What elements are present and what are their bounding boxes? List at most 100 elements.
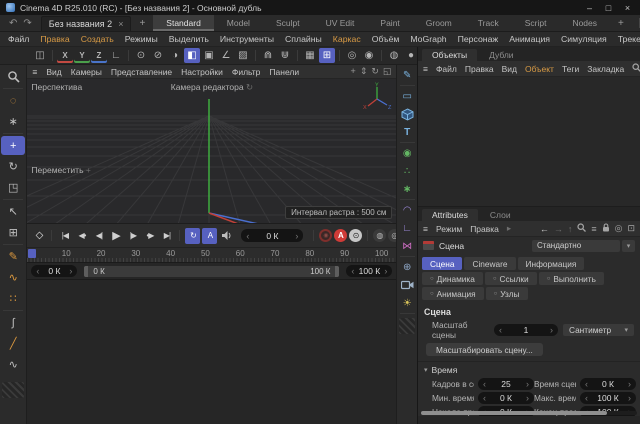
om-menu-bookmark[interactable]: Закладка xyxy=(587,64,624,74)
next-frame-icon[interactable]: |▶ xyxy=(125,228,140,244)
render-settings-icon[interactable]: ◉ xyxy=(361,48,377,63)
spline-smooth-icon[interactable]: ∷ xyxy=(1,289,25,308)
camera-label[interactable]: Камера редактора ↻ xyxy=(27,82,396,93)
make-editable-icon[interactable]: ◫ xyxy=(32,48,48,63)
layout-tab-script[interactable]: Script xyxy=(512,15,560,31)
menu-select[interactable]: Выделить xyxy=(169,34,209,44)
preset-dropdown-arrow-icon[interactable]: ▾ xyxy=(622,239,635,252)
viewport-menu-cameras[interactable]: Камеры xyxy=(71,67,102,77)
undo-icon[interactable]: ↶ xyxy=(9,18,17,29)
range-end-spinner[interactable]: ‹ 100 К › xyxy=(346,265,393,277)
min-time-spinner[interactable]: ‹ 0 К › xyxy=(478,392,534,404)
lock-y-icon[interactable]: Y xyxy=(74,48,90,63)
lock-x-icon[interactable]: X xyxy=(57,48,73,63)
frame-decrement-arrow[interactable]: ‹ xyxy=(246,231,249,241)
edges-mode-icon[interactable]: ⊘ xyxy=(150,48,166,63)
menu-simulate[interactable]: Симуляция xyxy=(561,34,607,44)
om-menu-file[interactable]: Файл xyxy=(436,64,457,74)
attr-menu-edit[interactable]: Правка xyxy=(470,224,499,234)
move-tool-icon[interactable]: + xyxy=(1,136,26,155)
attr-tab-cineware[interactable]: Cineware xyxy=(464,257,516,270)
snap-icon[interactable]: ⋒ xyxy=(260,48,276,63)
viewport-menu-panel[interactable]: Панели xyxy=(269,67,299,77)
decrement-arrow[interactable]: ‹ xyxy=(499,325,502,335)
scale-tool-icon[interactable]: ◳ xyxy=(1,178,25,197)
loop-mode-icon[interactable]: ↻ xyxy=(185,227,201,244)
om-menu-object[interactable]: Объект xyxy=(525,64,554,74)
time-section-header[interactable]: ▾ Время xyxy=(418,361,640,377)
increment-arrow[interactable]: › xyxy=(550,325,553,335)
camera-cycle-icon[interactable]: ↻ xyxy=(246,82,253,92)
goto-end-icon[interactable]: ▶| xyxy=(159,228,174,244)
key-options-icon[interactable]: ◍ xyxy=(373,229,387,242)
menu-tools[interactable]: Инструменты xyxy=(220,34,274,44)
menu-modes[interactable]: Режимы xyxy=(125,34,158,44)
object-tree[interactable] xyxy=(418,77,640,207)
om-search-icon[interactable] xyxy=(632,63,640,74)
spline-pen-object-icon[interactable]: ✎ xyxy=(399,67,416,83)
pan-view-icon[interactable]: + xyxy=(351,66,356,77)
material-slot-icon[interactable] xyxy=(399,318,416,334)
attr-tab-scene[interactable]: Сцена xyxy=(422,257,463,270)
axis-mode-icon[interactable]: ∠ xyxy=(218,48,234,63)
attr-tab-info[interactable]: Информация xyxy=(517,257,585,270)
coord-system-icon[interactable]: ∟ xyxy=(108,48,124,63)
range-start-value[interactable]: 0 К xyxy=(48,266,60,276)
tab-attributes[interactable]: Attributes xyxy=(422,209,478,221)
generator-icon[interactable]: ∗ xyxy=(399,181,416,197)
viewport-hamburger-icon[interactable]: ≡ xyxy=(32,67,37,77)
bend-deformer-icon[interactable]: ◠ xyxy=(399,202,416,218)
document-tab[interactable]: Без названия 2 × xyxy=(40,15,132,31)
viewport-menu-options[interactable]: Настройки xyxy=(181,67,223,77)
range-end-value[interactable]: 100 К xyxy=(359,266,381,276)
decrement-arrow[interactable]: ‹ xyxy=(351,266,354,276)
preview-range-slider[interactable]: 0 К 100 К xyxy=(84,265,340,277)
preset-dropdown[interactable]: Стандартно xyxy=(532,239,620,252)
keyframe-selection-icon[interactable]: ⊙ xyxy=(349,229,363,242)
model-mode-icon[interactable]: ◧ xyxy=(184,48,200,63)
fps-spinner[interactable]: ‹ 25 › xyxy=(478,378,534,390)
prev-frame-icon[interactable]: ◀| xyxy=(91,228,106,244)
range-start-spinner[interactable]: ‹ 0 К › xyxy=(31,265,78,277)
quantize-icon[interactable]: ⋓ xyxy=(277,48,293,63)
spline-sketch-icon[interactable]: ∿ xyxy=(1,268,25,287)
live-selection-icon[interactable] xyxy=(1,67,25,86)
menu-mograph[interactable]: MoGraph xyxy=(410,34,446,44)
spline-arc-icon[interactable]: ∫ xyxy=(1,313,25,332)
subdivision-surface-icon[interactable]: ◉ xyxy=(399,145,416,161)
prev-key-icon[interactable]: ◀• xyxy=(74,228,89,244)
viewport-menu-filter[interactable]: Фильтр xyxy=(232,67,261,77)
points-mode-icon[interactable]: ⊙ xyxy=(133,48,149,63)
current-frame-marker[interactable] xyxy=(28,249,37,258)
menu-file[interactable]: Файл xyxy=(8,34,29,44)
attr-tab-animation[interactable]: ○ Анимация xyxy=(422,287,484,300)
keyframe-icon[interactable]: ◇ xyxy=(31,228,46,244)
record-keyframe-icon[interactable]: ◉ xyxy=(319,229,333,242)
menu-splines[interactable]: Сплайны xyxy=(285,34,322,44)
attr-hamburger-icon[interactable]: ≡ xyxy=(423,224,428,234)
spline-pen-icon[interactable]: ✎ xyxy=(1,247,25,266)
goto-start-icon[interactable]: |◀ xyxy=(57,228,72,244)
close-button[interactable]: × xyxy=(619,1,636,14)
sketch-tool-icon[interactable]: ∿ xyxy=(1,355,25,374)
increment-arrow[interactable]: › xyxy=(384,266,387,276)
attr-submenu-arrow-icon[interactable]: ▸ xyxy=(507,223,511,234)
next-key-icon[interactable]: •▶ xyxy=(142,228,157,244)
render-region-icon[interactable]: ◍ xyxy=(386,48,402,63)
current-frame-spinner[interactable]: ‹ 0 К › xyxy=(241,229,304,242)
om-menu-view[interactable]: Вид xyxy=(502,64,517,74)
interactive-render-icon[interactable]: ● xyxy=(403,48,417,63)
scale-scene-button[interactable]: Масштабировать сцену... xyxy=(426,343,543,356)
spline-rectangle-icon[interactable]: ▭ xyxy=(399,88,416,104)
transform-tool-icon[interactable]: ↖ xyxy=(1,202,25,221)
layout-tab-uvedit[interactable]: UV Edit xyxy=(313,15,368,31)
om-hamburger-icon[interactable]: ≡ xyxy=(423,64,428,74)
rotate-view-icon[interactable]: ↻ xyxy=(371,66,379,77)
tweak-tool-icon[interactable]: ∗ xyxy=(1,112,25,131)
new-document-tab-button[interactable]: + xyxy=(139,18,145,29)
pen-line-icon[interactable]: ╱ xyxy=(1,334,25,353)
polygons-mode-icon[interactable]: ◑ xyxy=(167,48,183,63)
maximize-button[interactable]: □ xyxy=(600,1,617,14)
play-icon[interactable]: ▶ xyxy=(108,228,123,244)
scrollbar-thumb[interactable] xyxy=(421,411,607,415)
